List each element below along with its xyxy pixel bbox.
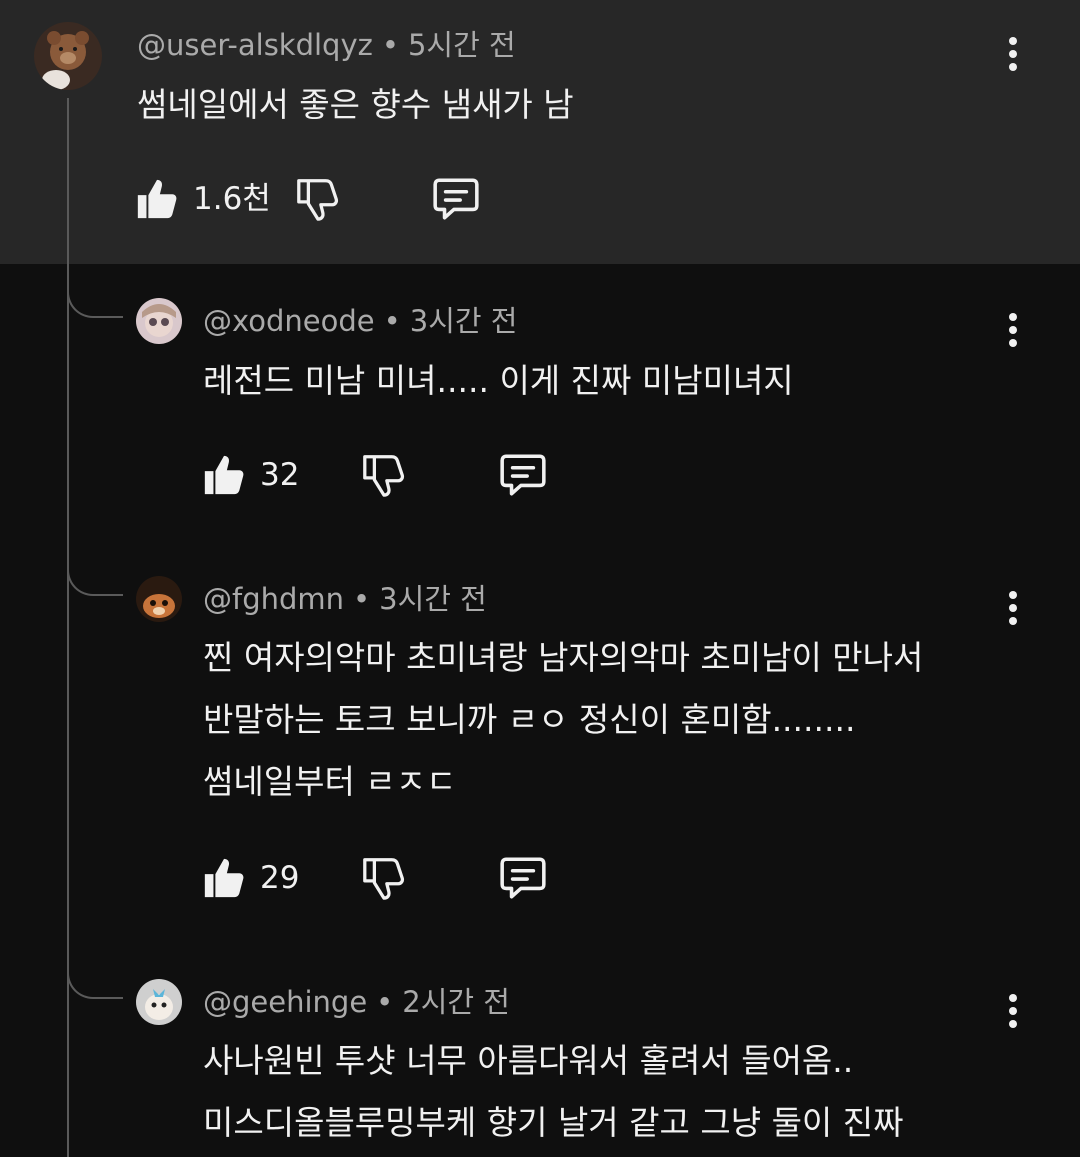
thumbs-down-icon[interactable] [360, 452, 406, 498]
thumbs-down-icon[interactable] [360, 855, 406, 901]
comment-text-line: 레전드 미남 미녀..... 이게 진짜 미남미녀지 [203, 361, 794, 400]
reply-comment-icon[interactable] [498, 853, 548, 903]
comment-text-line: 썸네일부터 ㄹㅈㄷ [203, 762, 457, 801]
avatar[interactable] [136, 979, 182, 1025]
comment-time[interactable]: 3시간 전 [410, 304, 518, 338]
thumbs-up-icon[interactable] [201, 452, 247, 498]
thread-branch [67, 965, 123, 999]
comment-text-line: 미스디올블루밍부케 향기 날거 같고 그냥 둘이 진짜 [203, 1103, 904, 1142]
meta-separator: • [381, 28, 399, 62]
more-vert-icon[interactable] [1003, 588, 1023, 628]
comment-text-line: 썸네일에서 좋은 향수 냄새가 남 [137, 85, 574, 124]
reply-comment-icon[interactable] [498, 450, 548, 500]
author-handle[interactable]: @geehinge [203, 985, 367, 1019]
reply-comment-icon[interactable] [431, 174, 481, 224]
thread-branch [67, 284, 123, 318]
comment-text-line: 사나원빈 투샷 너무 아름다워서 홀려서 들어옴.. [203, 1041, 854, 1080]
comment-meta: @fghdmn • 3시간 전 [203, 582, 487, 616]
meta-separator: • [383, 304, 401, 338]
thread-line [67, 98, 69, 1157]
like-count: 32 [260, 457, 300, 493]
thumbs-up-icon[interactable] [201, 855, 247, 901]
author-handle[interactable]: @xodneode [203, 304, 375, 338]
more-vert-icon[interactable] [1003, 310, 1023, 350]
meta-separator: • [353, 582, 371, 616]
avatar[interactable] [136, 576, 182, 622]
avatar[interactable] [136, 298, 182, 344]
avatar[interactable] [34, 22, 102, 90]
comment-meta: @user-alskdlqyz • 5시간 전 [137, 28, 516, 62]
meta-separator: • [376, 985, 394, 1019]
comment-time[interactable]: 2시간 전 [402, 985, 510, 1019]
comment-time[interactable]: 5시간 전 [408, 28, 516, 62]
more-vert-icon[interactable] [1003, 34, 1023, 74]
comment-meta: @xodneode • 3시간 전 [203, 304, 517, 338]
author-handle[interactable]: @user-alskdlqyz [137, 28, 373, 62]
comment-text-line: 반말하는 토크 보니까 ㄹㅇ 정신이 혼미함........ [203, 700, 856, 739]
thumbs-down-icon[interactable] [294, 176, 340, 222]
thread-branch [67, 562, 123, 596]
thumbs-up-icon[interactable] [134, 176, 180, 222]
comment-meta: @geehinge • 2시간 전 [203, 985, 510, 1019]
like-count: 29 [260, 860, 300, 896]
comment-text-line: 찐 여자의악마 초미녀랑 남자의악마 초미남이 만나서 [203, 638, 924, 677]
author-handle[interactable]: @fghdmn [203, 582, 344, 616]
like-count: 1.6천 [193, 181, 271, 217]
more-vert-icon[interactable] [1003, 991, 1023, 1031]
comment-time[interactable]: 3시간 전 [379, 582, 487, 616]
